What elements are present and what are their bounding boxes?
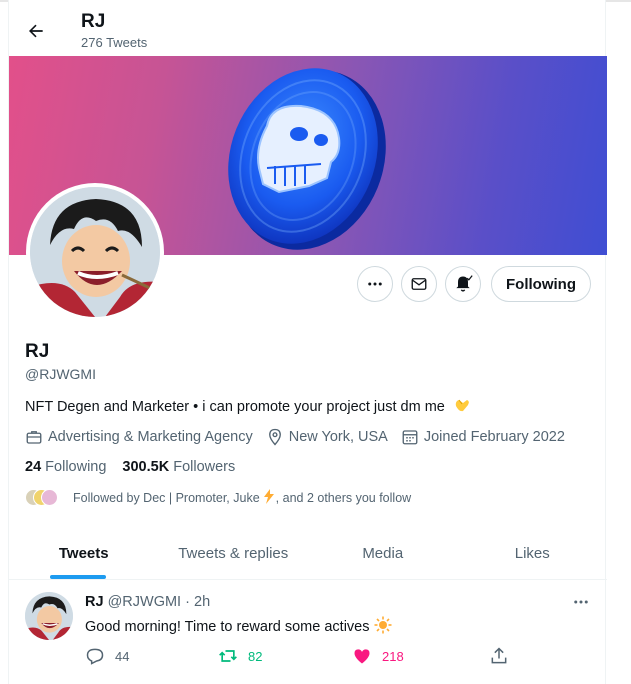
tab-media[interactable]: Media [308,528,458,579]
calendar-icon [402,430,418,445]
active-tab-indicator [50,575,106,579]
reply-icon [86,648,104,665]
joined-text: Joined February 2022 [423,429,565,445]
message-button[interactable] [401,266,437,302]
tab-label: Tweets & replies [178,545,289,562]
retweet-count: 82 [248,648,263,664]
followed-by-prefix: Followed by Dec | Promoter, Juke [73,491,260,505]
more-icon [574,600,588,604]
followers-link[interactable]: 300.5K Followers [122,459,235,475]
tweet-actions: 44 82 218 [85,646,525,668]
reply-button[interactable]: 44 [85,646,129,666]
following-button[interactable]: Following [491,266,591,302]
followers-label: Followers [173,459,236,475]
sun-emoji-icon [374,616,392,638]
tab-label: Media [362,545,404,562]
tweet-text: Good morning! Time to reward some active… [85,616,392,638]
profile-handle: @RJWGMI [25,366,96,382]
heart-icon [354,649,370,664]
notifications-button[interactable] [445,266,481,302]
tweet-author-name[interactable]: RJ [85,594,104,610]
following-label: Following [45,459,107,475]
followers-you-know-avatars [25,489,65,507]
followers-count: 300.5K [122,459,170,475]
tweet-author-handle[interactable]: @RJWGMI [108,594,182,610]
bio-text: NFT Degen and Marketer • i can promote y… [25,398,445,415]
more-button[interactable] [357,266,393,302]
like-count: 218 [382,648,404,664]
reply-count: 44 [115,648,130,664]
tab-tweets[interactable]: Tweets [9,528,159,579]
share-icon [491,647,507,664]
profile-category: Advertising & Marketing Agency [25,428,253,446]
mini-avatar [41,489,58,506]
followed-by-suffix: , and 2 others you follow [275,491,412,505]
profile-joined: Joined February 2022 [401,428,565,446]
back-button[interactable] [19,14,53,48]
profile-column: RJ 276 Tweets Following RJ @RJWGMI NFT D… [8,0,607,684]
location-pin-icon [268,428,281,446]
tweet-separator: · [185,594,190,610]
share-button[interactable] [489,646,519,666]
location-text: New York, USA [288,429,388,445]
avatar-image [30,187,160,317]
tweet-avatar[interactable] [25,592,73,640]
following-count: 24 [25,459,42,475]
profile-header: RJ 276 Tweets [9,2,607,56]
tweet-time[interactable]: 2h [194,594,210,610]
header-tweet-count: 276 Tweets [81,35,148,50]
profile-bio: NFT Degen and Marketer • i can promote y… [25,397,471,417]
back-arrow-icon [29,24,43,38]
tweet-avatar-image [25,592,73,640]
tab-label: Likes [514,545,550,562]
more-icon [368,282,382,286]
profile-counts: 24 Following 300.5K Followers [25,459,251,475]
clap-emoji-icon [453,397,471,417]
tab-tweets-replies[interactable]: Tweets & replies [159,528,309,579]
profile-name: RJ [25,341,50,362]
lightning-emoji-icon [263,489,275,507]
tab-label: Tweets [58,545,109,562]
tab-likes[interactable]: Likes [458,528,608,579]
retweet-button[interactable]: 82 [218,646,262,666]
profile-avatar[interactable] [26,183,164,321]
mail-icon [411,278,427,290]
tweet-header: RJ @RJWGMI · 2h [85,594,210,610]
followed-by[interactable]: Followed by Dec | Promoter, Juke , and 2… [25,489,411,507]
following-link[interactable]: 24 Following [25,459,106,475]
tweet-more-button[interactable] [569,592,593,612]
header-name: RJ [81,11,106,32]
briefcase-icon [26,431,42,444]
tweet-body: Good morning! Time to reward some active… [85,619,370,635]
category-text: Advertising & Marketing Agency [48,429,253,445]
retweet-icon [219,650,237,662]
bell-add-icon [456,275,473,292]
profile-tabs: Tweets Tweets & replies Media Likes [9,528,607,580]
like-button[interactable]: 218 [352,646,404,666]
profile-location: New York, USA [266,428,388,446]
profile-meta: Advertising & Marketing Agency New York,… [25,428,578,446]
